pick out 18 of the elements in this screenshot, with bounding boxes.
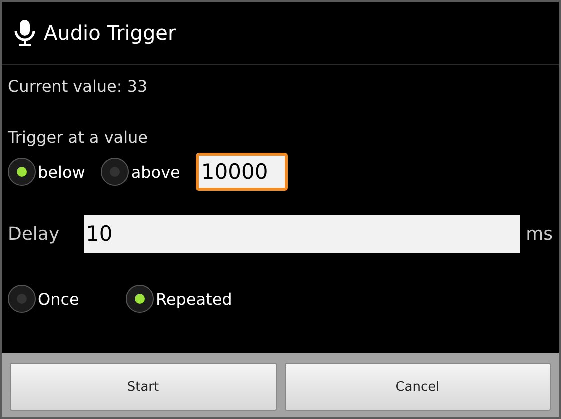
delay-field[interactable]: 10 bbox=[84, 215, 520, 253]
radio-button[interactable] bbox=[8, 285, 36, 313]
unit-label: ms bbox=[526, 224, 553, 244]
radio-label[interactable]: above bbox=[131, 162, 180, 182]
radio-button[interactable] bbox=[8, 158, 36, 186]
trigger-label: Trigger at a value bbox=[8, 128, 150, 147]
current-value: Current value: 33 bbox=[8, 77, 149, 96]
delay-label: Delay bbox=[8, 224, 61, 244]
radio-label[interactable]: Repeated bbox=[156, 290, 232, 308]
dialog-title: Audio Trigger bbox=[44, 21, 176, 45]
radio-button[interactable] bbox=[101, 158, 130, 186]
dialog-button[interactable]: Cancel bbox=[284, 363, 551, 411]
threshold-field[interactable]: 10000 bbox=[196, 153, 288, 191]
radio-label[interactable]: Once bbox=[38, 290, 80, 308]
dialog-button[interactable]: Start bbox=[10, 363, 276, 411]
radio-label[interactable]: below bbox=[38, 162, 86, 182]
microphone-icon bbox=[14, 19, 36, 47]
radio-button[interactable] bbox=[126, 285, 154, 313]
